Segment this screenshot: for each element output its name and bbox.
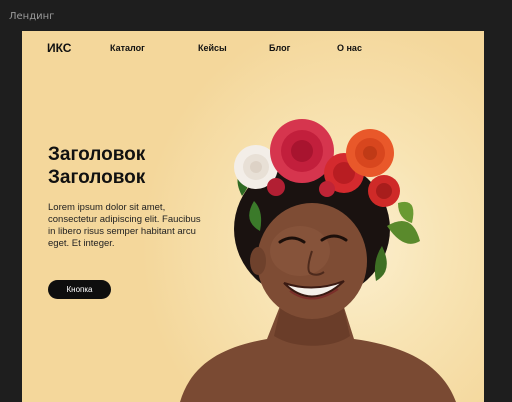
nav-item-catalog[interactable]: Каталог [110,43,145,53]
nav-item-blog[interactable]: Блог [269,43,290,53]
hero-heading-line-2: Заголовок [48,167,146,188]
hero-heading-line-1: Заголовок [48,144,146,165]
nav-item-cases[interactable]: Кейсы [198,43,227,53]
logo[interactable]: ИКС [47,41,71,55]
hero-photo [180,119,456,402]
landing-page-frame: ИКС Каталог Кейсы Блог О нас Заголовок З… [22,31,484,402]
top-navigation: ИКС Каталог Кейсы Блог О нас [22,31,484,65]
nav-item-about[interactable]: О нас [337,43,362,53]
cta-button[interactable]: Кнопка [48,280,111,299]
frame-title: Лендинг [9,11,55,22]
